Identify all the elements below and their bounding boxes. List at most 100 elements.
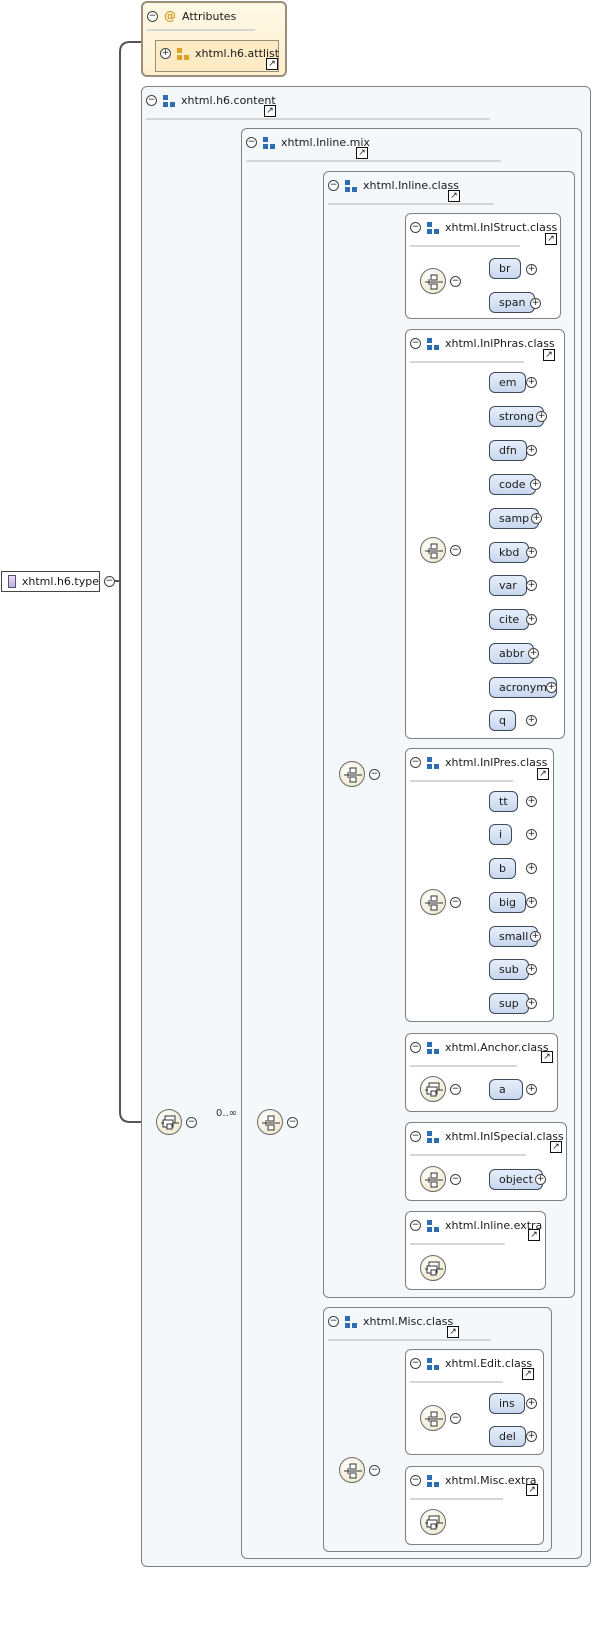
choice-toggle[interactable]: − <box>369 1465 380 1476</box>
inlphras-ref-icon[interactable]: ↗ <box>543 349 555 361</box>
element-expand-toggle[interactable]: + <box>526 964 537 975</box>
occurrence-label: 0..∞ <box>216 1108 238 1119</box>
misc-class-toggle[interactable]: − <box>328 1316 339 1327</box>
anchor-ref-icon[interactable]: ↗ <box>541 1051 553 1063</box>
element-sub[interactable]: sub <box>489 959 529 980</box>
element-q[interactable]: q <box>489 710 516 731</box>
inlphras-toggle[interactable]: − <box>410 338 421 349</box>
attlist-ref-icon[interactable]: ↗ <box>266 58 278 70</box>
sequence-compositor[interactable] <box>420 1255 446 1281</box>
root-type-toggle[interactable]: − <box>104 576 115 587</box>
element-expand-toggle[interactable]: + <box>536 411 547 422</box>
sequence-compositor[interactable] <box>156 1109 182 1135</box>
choice-compositor[interactable] <box>420 268 446 294</box>
inline-mix-toggle[interactable]: − <box>246 137 257 148</box>
inline-class-toggle[interactable]: − <box>328 180 339 191</box>
inlphras-label: xhtml.InlPhras.class <box>445 337 555 350</box>
edit-class-toggle[interactable]: − <box>410 1358 421 1369</box>
element-expand-toggle[interactable]: + <box>530 931 541 942</box>
element-expand-toggle[interactable]: + <box>535 1174 546 1185</box>
element-expand-toggle[interactable]: + <box>526 614 537 625</box>
element-expand-toggle[interactable]: + <box>526 264 537 275</box>
inline-class-ref-icon[interactable]: ↗ <box>448 190 460 202</box>
misc-extra-toggle[interactable]: − <box>410 1475 421 1486</box>
sequence-compositor[interactable] <box>420 1509 446 1535</box>
choice-toggle[interactable]: − <box>450 545 461 556</box>
content-toggle[interactable]: − <box>146 95 157 106</box>
element-i[interactable]: i <box>489 824 513 845</box>
element-span[interactable]: span <box>489 292 536 313</box>
inline-extra-toggle[interactable]: − <box>410 1220 421 1231</box>
element-expand-toggle[interactable]: + <box>526 998 537 1009</box>
element-br[interactable]: br <box>489 258 521 279</box>
misc-class-ref-icon[interactable]: ↗ <box>447 1326 459 1338</box>
divider <box>410 780 513 782</box>
sequence-toggle[interactable]: − <box>450 1084 461 1095</box>
choice-compositor[interactable] <box>420 537 446 563</box>
content-ref-icon[interactable]: ↗ <box>264 105 276 117</box>
misc-extra-ref-icon[interactable]: ↗ <box>526 1484 538 1496</box>
inline-extra-ref-icon[interactable]: ↗ <box>528 1229 540 1241</box>
sequence-toggle[interactable]: − <box>186 1117 197 1128</box>
inlstruct-toggle[interactable]: − <box>410 222 421 233</box>
root-type-box[interactable]: xhtml.h6.type <box>1 571 100 592</box>
attlist-box[interactable]: + xhtml.h6.attlist ↗ <box>155 40 279 72</box>
element-var[interactable]: var <box>489 575 527 596</box>
choice-compositor[interactable] <box>339 1457 365 1483</box>
element-expand-toggle[interactable]: + <box>530 298 541 309</box>
inlpres-toggle[interactable]: − <box>410 757 421 768</box>
element-expand-toggle[interactable]: + <box>526 829 537 840</box>
choice-compositor[interactable] <box>420 1166 446 1192</box>
group-icon <box>427 1041 439 1054</box>
element-sup[interactable]: sup <box>489 993 529 1014</box>
element-expand-toggle[interactable]: + <box>526 796 537 807</box>
element-a[interactable]: a <box>489 1079 523 1100</box>
inlspecial-ref-icon[interactable]: ↗ <box>550 1141 562 1153</box>
element-expand-toggle[interactable]: + <box>526 863 537 874</box>
element-expand-toggle[interactable]: + <box>526 580 537 591</box>
group-icon <box>427 221 439 234</box>
element-tt[interactable]: tt <box>489 791 518 812</box>
element-code[interactable]: code <box>489 474 536 495</box>
inlspecial-toggle[interactable]: − <box>410 1131 421 1142</box>
element-ins[interactable]: ins <box>489 1393 525 1414</box>
element-expand-toggle[interactable]: + <box>530 479 541 490</box>
element-expand-toggle[interactable]: + <box>546 682 557 693</box>
element-em[interactable]: em <box>489 372 527 393</box>
element-big[interactable]: big <box>489 892 527 913</box>
choice-toggle[interactable]: − <box>450 276 461 287</box>
choice-toggle[interactable]: − <box>287 1117 298 1128</box>
choice-compositor[interactable] <box>420 889 446 915</box>
element-b[interactable]: b <box>489 858 516 879</box>
element-expand-toggle[interactable]: + <box>528 648 539 659</box>
element-expand-toggle[interactable]: + <box>526 1431 537 1442</box>
choice-compositor[interactable] <box>339 761 365 787</box>
element-expand-toggle[interactable]: + <box>526 377 537 388</box>
choice-compositor[interactable] <box>257 1109 283 1135</box>
element-expand-toggle[interactable]: + <box>526 715 537 726</box>
inlstruct-ref-icon[interactable]: ↗ <box>545 233 557 245</box>
element-expand-toggle[interactable]: + <box>526 547 537 558</box>
element-del[interactable]: del <box>489 1426 526 1447</box>
element-expand-toggle[interactable]: + <box>526 445 537 456</box>
element-cite[interactable]: cite <box>489 609 530 630</box>
inlpres-ref-icon[interactable]: ↗ <box>537 768 549 780</box>
attlist-toggle[interactable]: + <box>160 48 171 59</box>
anchor-toggle[interactable]: − <box>410 1042 421 1053</box>
choice-toggle[interactable]: − <box>450 897 461 908</box>
element-kbd[interactable]: kbd <box>489 542 530 563</box>
attributes-toggle[interactable]: − <box>147 10 158 22</box>
element-expand-toggle[interactable]: + <box>526 1398 537 1409</box>
element-expand-toggle[interactable]: + <box>526 897 537 908</box>
choice-toggle[interactable]: − <box>450 1174 461 1185</box>
element-expand-toggle[interactable]: + <box>531 513 542 524</box>
edit-class-ref-icon[interactable]: ↗ <box>522 1368 534 1380</box>
sequence-compositor[interactable] <box>420 1076 446 1102</box>
choice-toggle[interactable]: − <box>369 769 380 780</box>
choice-toggle[interactable]: − <box>450 1413 461 1424</box>
inline-mix-ref-icon[interactable]: ↗ <box>356 147 368 159</box>
choice-compositor[interactable] <box>420 1405 446 1431</box>
element-dfn[interactable]: dfn <box>489 440 527 461</box>
element-expand-toggle[interactable]: + <box>526 1084 537 1095</box>
divider <box>410 1498 503 1500</box>
